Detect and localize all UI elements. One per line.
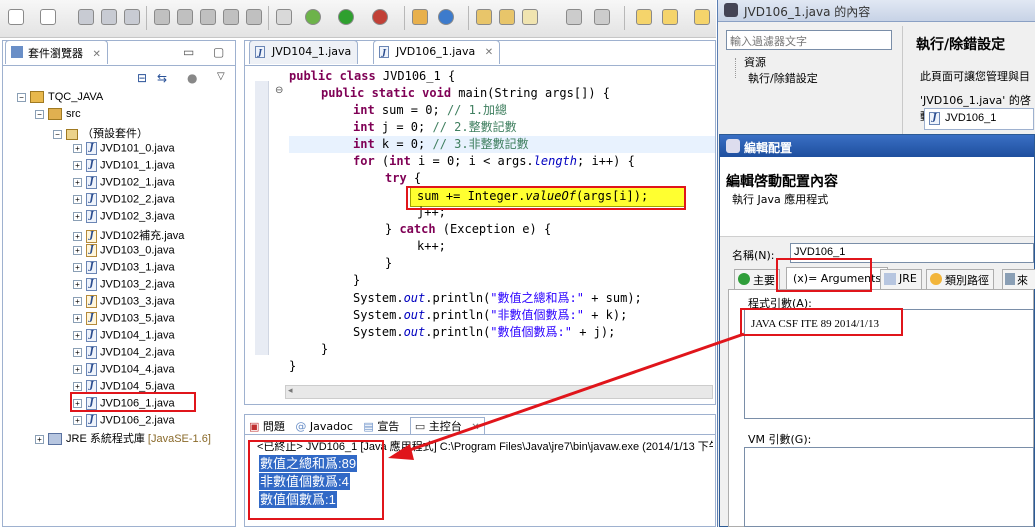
annotation-arrow: [388, 332, 745, 460]
